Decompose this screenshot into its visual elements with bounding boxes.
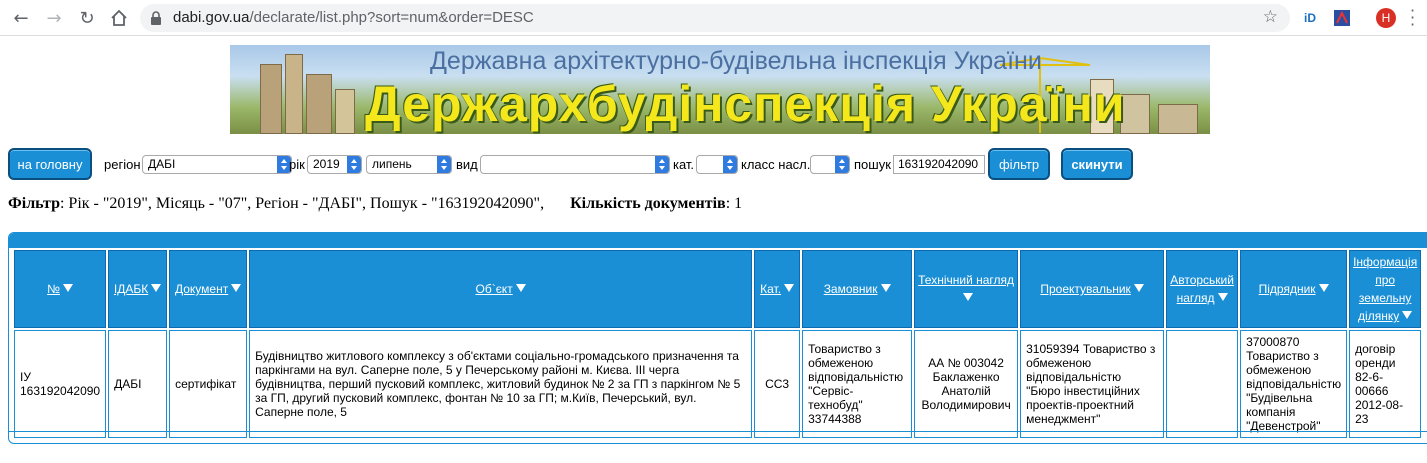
month-select[interactable]: липень xyxy=(366,155,452,174)
cell-author-supervision xyxy=(1166,330,1239,438)
col-header-tech-supervision[interactable]: Технічний нагляд xyxy=(914,250,1019,328)
col-header-label: Документ xyxy=(174,282,229,296)
lock-icon xyxy=(151,11,161,25)
col-header-category[interactable]: Кат. xyxy=(754,250,801,328)
banner-building xyxy=(260,64,282,134)
sort-triangle-icon xyxy=(1402,311,1413,319)
table-top-bar xyxy=(9,233,1427,248)
reload-icon[interactable]: ↻ xyxy=(76,7,98,29)
banner-title: Держархбудінспекція України xyxy=(365,76,1126,132)
forward-arrow-icon[interactable]: → xyxy=(43,7,65,29)
sort-triangle-icon xyxy=(231,284,242,292)
table-header-row: № ІДАБК Документ Об`єкт Кат. Замовник Те… xyxy=(14,250,1422,328)
table-footer-bar xyxy=(9,431,1427,444)
category-label: кат. xyxy=(673,157,695,172)
col-header-document[interactable]: Документ xyxy=(169,250,248,328)
cell-document: сертифікат xyxy=(169,330,248,438)
filter-button[interactable]: фільтр xyxy=(988,148,1050,180)
search-label: пошук xyxy=(854,157,891,172)
col-header-contractor[interactable]: Підрядник xyxy=(1240,250,1348,328)
col-header-label: Кат. xyxy=(760,282,782,296)
col-header-idabk[interactable]: ІДАБК xyxy=(108,250,168,328)
col-header-label: Технічний нагляд xyxy=(918,273,1015,287)
region-select[interactable]: ДАБІ xyxy=(142,155,292,174)
type-label: вид xyxy=(456,157,478,172)
banner-building xyxy=(335,89,355,134)
select-arrows-icon xyxy=(723,156,737,173)
filter-summary-text: : Рік - "2019", Місяць - "07", Регіон - … xyxy=(59,195,545,212)
sort-triangle-icon xyxy=(151,284,162,292)
home-button[interactable]: на головну xyxy=(8,148,92,180)
col-header-label: Замовник xyxy=(823,282,878,296)
class-select[interactable] xyxy=(810,155,850,174)
home-icon[interactable] xyxy=(108,7,130,29)
banner-subtitle: Державна архітектурно-будівельна інспекц… xyxy=(430,47,1042,75)
category-select[interactable] xyxy=(696,155,738,174)
col-header-number[interactable]: № xyxy=(14,250,107,328)
sort-triangle-icon xyxy=(62,284,73,292)
browser-menu-icon[interactable]: · · · xyxy=(1410,3,1415,33)
banner-building xyxy=(285,54,303,134)
year-select[interactable]: 2019 xyxy=(307,155,362,174)
year-label: рік xyxy=(289,157,305,172)
site-banner: Державна архітектурно-будівельна інспекц… xyxy=(230,45,1210,134)
col-header-label: ІДАБК xyxy=(113,282,149,296)
col-header-label: Об`єкт xyxy=(475,282,513,296)
extension-icon[interactable] xyxy=(1332,8,1352,28)
col-header-object[interactable]: Об`єкт xyxy=(249,250,753,328)
col-header-customer[interactable]: Замовник xyxy=(802,250,913,328)
cell-contractor: 37000870 Товариство з обмеженою відповід… xyxy=(1240,330,1348,438)
cell-tech-supervision: АА № 003042 Баклаженко Анатолій Володими… xyxy=(914,330,1019,438)
sort-triangle-icon xyxy=(1133,284,1144,292)
filter-summary: Фільтр: Рік - "2019", Місяць - "07", Рег… xyxy=(8,195,742,213)
banner-building xyxy=(306,74,332,134)
document-count-label: Кількість документів xyxy=(570,195,726,212)
select-arrows-icon xyxy=(655,156,669,173)
sort-triangle-icon xyxy=(962,293,973,301)
search-input[interactable]: 163192042090 xyxy=(893,155,985,174)
banner-building xyxy=(1158,104,1198,134)
back-arrow-icon[interactable]: ← xyxy=(10,7,32,29)
cell-object: Будівництво житлового комплексу з об'єкт… xyxy=(249,330,753,438)
col-header-author-supervision[interactable]: Авторський нагляд xyxy=(1166,250,1239,328)
url-text: dabi.gov.ua/declarate/list.php?sort=num&… xyxy=(173,9,534,26)
sort-triangle-icon xyxy=(880,284,891,292)
select-arrows-icon xyxy=(835,156,849,173)
cell-idabk: ДАБІ xyxy=(108,330,168,438)
cell-number: ІУ 163192042090 xyxy=(14,330,107,438)
cell-land-info: договір оренди 82-6-00666 2012-08-23 xyxy=(1349,330,1422,438)
col-header-label: Підрядник xyxy=(1258,282,1316,296)
filter-bar: на головну регіон ДАБІ рік 2019 липень в… xyxy=(8,148,1427,180)
sort-triangle-icon xyxy=(515,284,526,292)
table-row: ІУ 163192042090 ДАБІ сертифікат Будівниц… xyxy=(14,330,1422,438)
results-table-container: № ІДАБК Документ Об`єкт Кат. Замовник Те… xyxy=(8,232,1427,444)
address-bar[interactable]: dabi.gov.ua/declarate/list.php?sort=num&… xyxy=(140,4,1290,32)
col-header-label: Проектувальник xyxy=(1040,282,1131,296)
reset-button[interactable]: скинути xyxy=(1061,148,1133,180)
profile-avatar[interactable]: H xyxy=(1376,8,1396,28)
browser-toolbar: ← → ↻ dabi.gov.ua/declarate/list.php?sor… xyxy=(0,0,1427,36)
col-header-label: № xyxy=(47,282,60,296)
sort-triangle-icon xyxy=(1217,293,1228,301)
select-arrows-icon xyxy=(437,156,451,173)
col-header-designer[interactable]: Проектувальник xyxy=(1020,250,1165,328)
region-label: регіон xyxy=(104,157,141,172)
filter-summary-label: Фільтр xyxy=(8,195,60,212)
sort-triangle-icon xyxy=(784,284,795,292)
bookmark-star-icon[interactable]: ☆ xyxy=(1263,7,1278,27)
class-label: класс насл. xyxy=(741,157,811,172)
cell-category: СС3 xyxy=(754,330,801,438)
document-count-value: : 1 xyxy=(725,195,743,212)
select-arrows-icon xyxy=(347,156,361,173)
cell-designer: 31059394 Товариство з обмеженою відповід… xyxy=(1020,330,1165,438)
sort-triangle-icon xyxy=(1318,284,1329,292)
extension-id-icon[interactable]: iD xyxy=(1300,8,1320,28)
results-table: № ІДАБК Документ Об`єкт Кат. Замовник Те… xyxy=(12,248,1423,440)
col-header-land-info[interactable]: Інформація про земельну ділянку xyxy=(1349,250,1422,328)
type-select[interactable] xyxy=(480,155,670,174)
cell-customer: Товариство з обмеженою відповідальністю … xyxy=(802,330,913,438)
